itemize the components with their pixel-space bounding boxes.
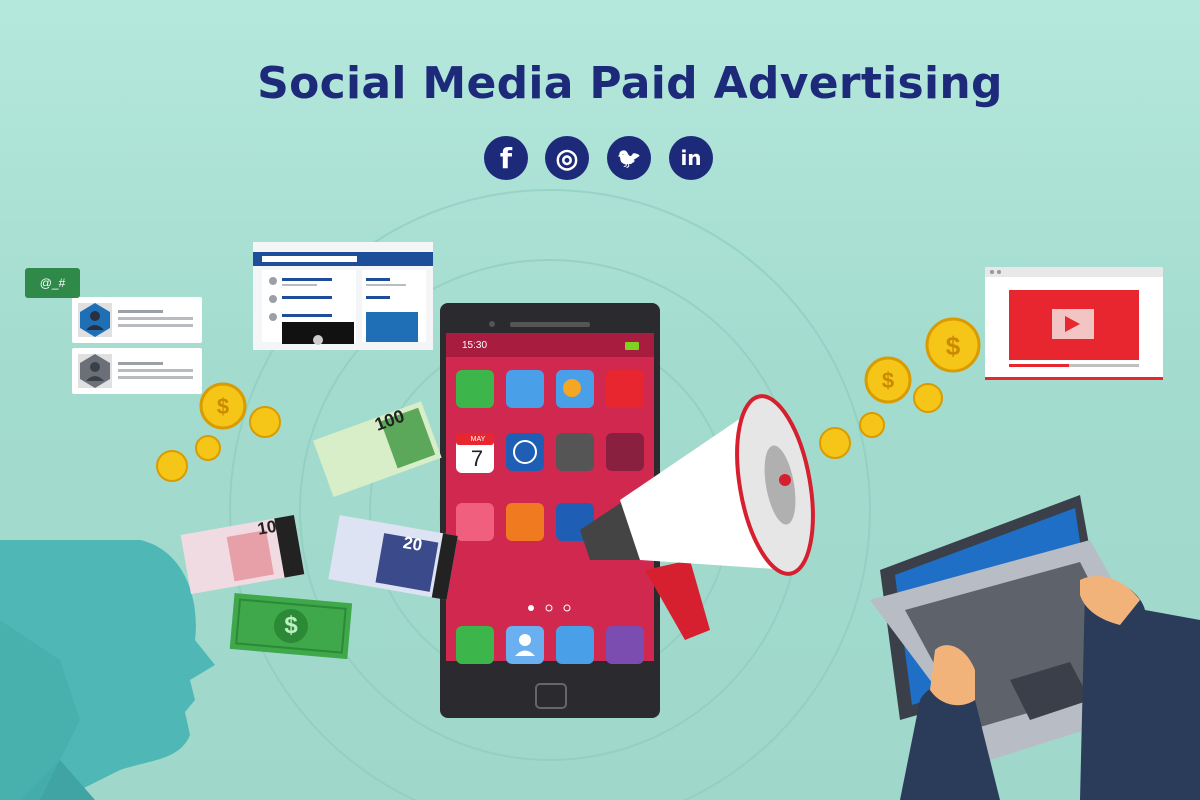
banknote-20-value: 20 xyxy=(401,533,424,555)
illustration-canvas: Social Media Paid Advertising f ◎ 🐦 in 1… xyxy=(0,0,1200,800)
calendar-month: MAY xyxy=(470,436,486,443)
video-player-window xyxy=(985,267,1163,380)
calendar-day: 7 xyxy=(470,446,484,471)
coin-symbol: $ xyxy=(945,331,961,361)
coin-symbol: $ xyxy=(216,394,230,419)
banknote-20 xyxy=(328,515,458,600)
banknote-10-value: 10 xyxy=(256,516,278,539)
banknote-10 xyxy=(180,515,305,595)
status-bar-time: 15:30 xyxy=(462,340,488,351)
comment-card-1 xyxy=(72,297,202,343)
news-feed-window xyxy=(253,242,433,350)
coin-symbol: $ xyxy=(881,368,895,393)
mention-hashtag-tag: @_# xyxy=(25,268,80,298)
scene-graphics xyxy=(0,189,1200,800)
comment-card-2 xyxy=(72,348,202,394)
dollar-bill-symbol: $ xyxy=(284,612,298,639)
